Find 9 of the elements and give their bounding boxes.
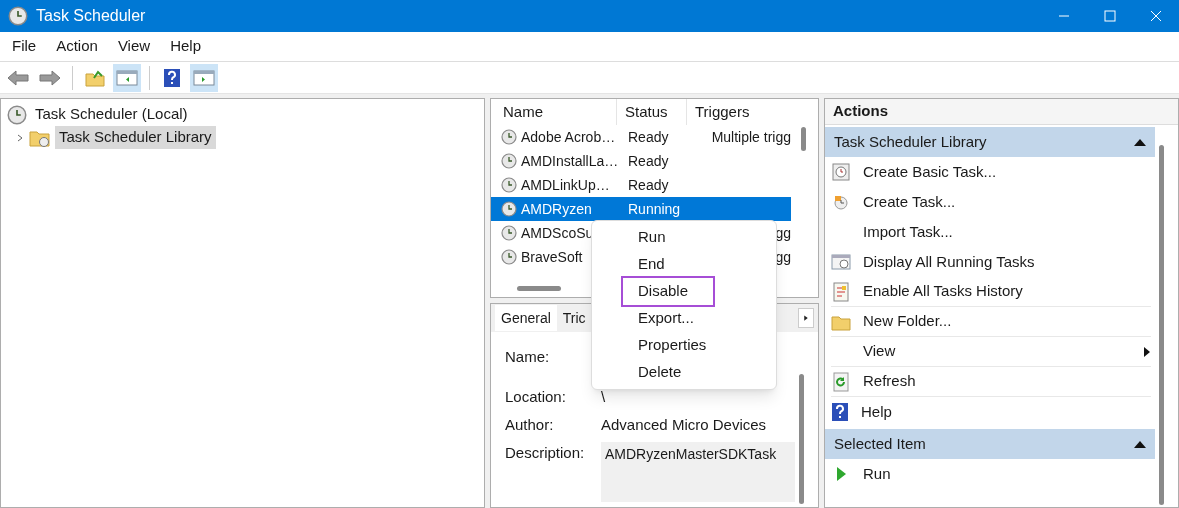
field-value: Advanced Micro Devices <box>601 415 767 435</box>
description-field: AMDRyzenMasterSDKTask <box>601 442 795 502</box>
field-label: Author: <box>505 415 555 435</box>
actions-header: Actions <box>825 99 1178 125</box>
field-value: \ <box>601 387 606 407</box>
field-label: Location: <box>505 387 567 407</box>
field-label: Name: <box>505 347 551 367</box>
field-label: Description: <box>505 443 586 463</box>
window-title: Task Scheduler <box>36 6 146 26</box>
